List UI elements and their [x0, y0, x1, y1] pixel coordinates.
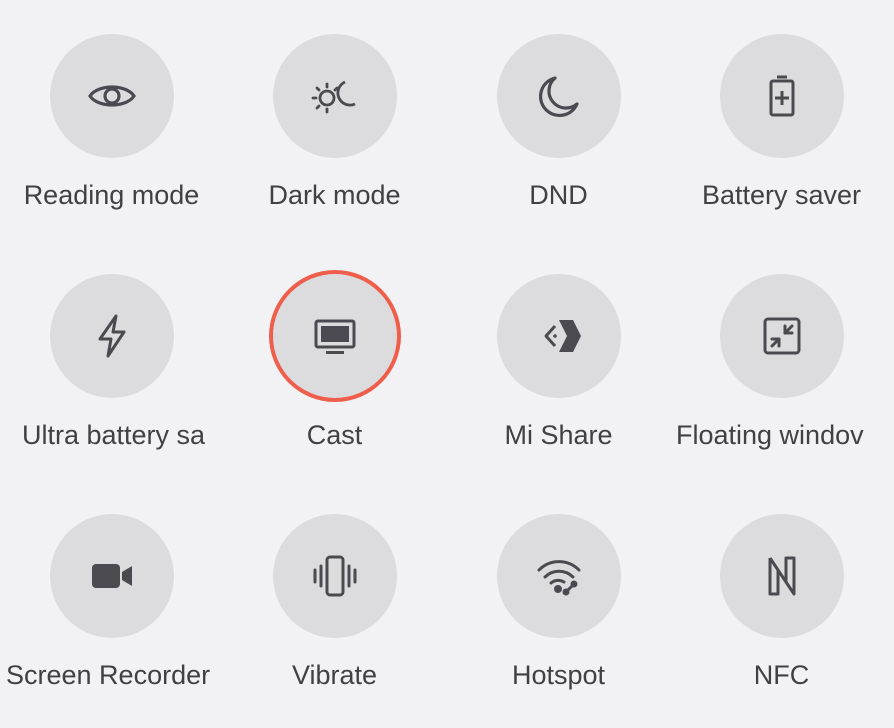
tile-ultra-battery-saver: Ultra battery sa: [0, 240, 223, 451]
tile-hotspot: Hotspot: [447, 480, 670, 690]
lightning-icon: [98, 314, 125, 358]
quick-settings-panel: Reading mode Dark mode DND Battery saver…: [0, 0, 894, 728]
tile-battery-saver: Battery saver: [670, 0, 893, 210]
mi-share-icon: [544, 320, 581, 352]
hotspot-button[interactable]: [496, 514, 621, 638]
battery-plus-icon: [769, 75, 794, 117]
vibrate-icon: [313, 555, 356, 597]
tile-floating-window: Floating windov: [670, 240, 893, 450]
vibrate-label: Vibrate: [291, 660, 378, 690]
cast-button[interactable]: [272, 274, 397, 398]
dark-mode-label: Dark mode: [268, 180, 401, 210]
tile-cast: Cast: [223, 240, 446, 450]
tile-reading-mode: Reading mode: [0, 0, 223, 210]
battery-saver-button[interactable]: [719, 34, 844, 158]
dark-mode-button[interactable]: [272, 34, 397, 158]
reading-mode-button[interactable]: [49, 34, 174, 158]
tile-nfc: NFC: [670, 480, 893, 690]
ultra-battery-saver-label: Ultra battery sa: [0, 419, 223, 451]
ultra-battery-saver-button[interactable]: [49, 274, 174, 398]
moon-icon: [538, 76, 579, 118]
tile-dark-mode: Dark mode: [223, 0, 446, 210]
monitor-icon: [314, 319, 355, 354]
cast-label: Cast: [306, 420, 363, 450]
vibrate-button[interactable]: [272, 514, 397, 638]
nfc-button[interactable]: [719, 514, 844, 638]
tile-screen-recorder: Screen Recorder: [0, 480, 223, 691]
dark-mode-icon: [311, 80, 356, 114]
reading-mode-label: Reading mode: [23, 180, 200, 210]
floating-window-label: Floating windov: [676, 420, 864, 450]
floating-window-button[interactable]: [719, 274, 844, 398]
tile-mi-share: Mi Share: [447, 240, 670, 450]
screen-recorder-button[interactable]: [49, 514, 174, 638]
nfc-icon: [768, 556, 795, 596]
eye-icon: [87, 85, 136, 107]
hotspot-label: Hotspot: [511, 660, 606, 690]
dnd-label: DND: [529, 180, 588, 210]
mi-share-label: Mi Share: [504, 420, 613, 450]
floating-window-icon: [763, 317, 800, 355]
video-camera-icon: [91, 564, 132, 588]
screen-recorder-label: Screen Recorder: [0, 659, 223, 691]
tile-vibrate: Vibrate: [223, 480, 446, 690]
hotspot-icon: [537, 560, 580, 596]
dnd-button[interactable]: [496, 34, 621, 158]
mi-share-button[interactable]: [496, 274, 621, 398]
tile-dnd: DND: [447, 0, 670, 210]
nfc-label: NFC: [753, 660, 810, 690]
battery-saver-label: Battery saver: [701, 180, 862, 210]
